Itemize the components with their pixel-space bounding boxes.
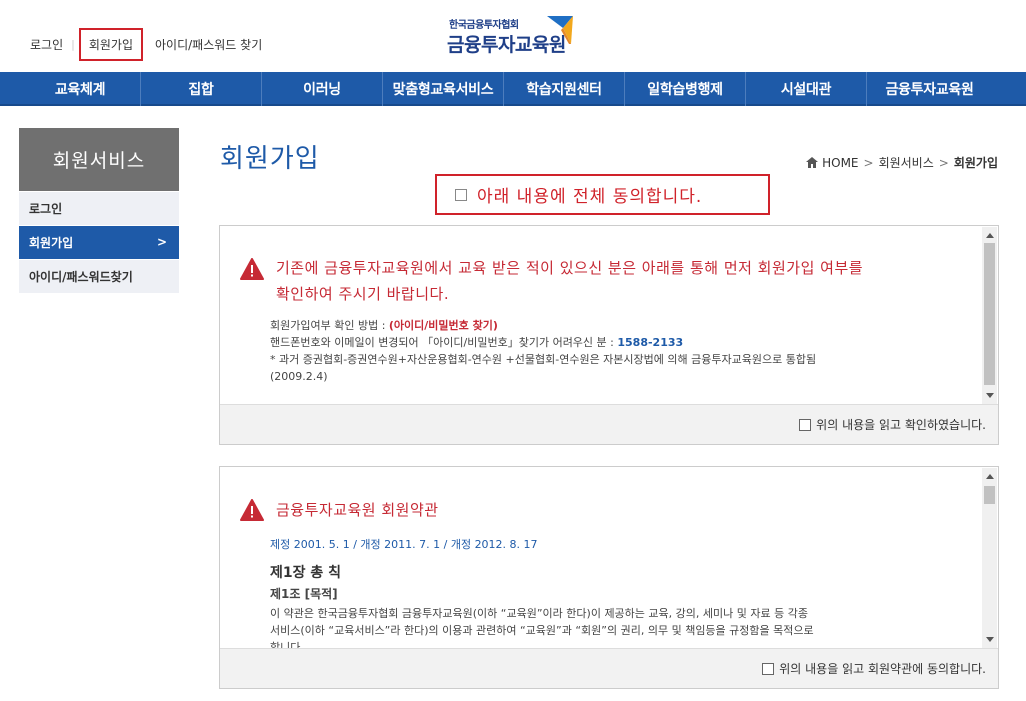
scroll-up-icon[interactable] <box>986 233 994 238</box>
nav-classroom[interactable]: 집합 <box>141 72 262 106</box>
sidebar-item-label: 로그인 <box>29 202 63 216</box>
sidebar-title: 회원서비스 <box>19 128 179 191</box>
sidebar-item-signup[interactable]: 회원가입 > <box>19 225 179 259</box>
terms-confirm-checkbox[interactable] <box>762 662 775 675</box>
notice-confirm-bar: 위의 내용을 읽고 확인하였습니다. <box>220 404 998 444</box>
notice-scroll-area[interactable]: 기존에 금융투자교육원에서 교육 받은 적이 있으신 분은 아래를 통해 먼저 … <box>220 226 998 405</box>
top-links: 로그인 | 회원가입 아이디/패스워드 찾기 <box>30 27 270 61</box>
home-icon <box>806 157 819 168</box>
terms-scrollbar[interactable] <box>982 468 997 648</box>
scroll-down-icon[interactable] <box>986 637 994 642</box>
scroll-down-icon[interactable] <box>986 393 994 398</box>
nav-work-study[interactable]: 일학습병행제 <box>625 72 746 106</box>
notice-line-phone: 핸드폰번호와 이메일이 변경되어 「아이디/비밀번호」찾기가 어려우신 분 : … <box>270 334 970 351</box>
breadcrumb-home[interactable]: HOME <box>822 156 858 170</box>
nav-learning-support[interactable]: 학습지원센터 <box>504 72 625 106</box>
scrollbar-thumb[interactable] <box>984 243 995 385</box>
nav-about[interactable]: 금융투자교육원 <box>867 72 992 106</box>
breadcrumb-separator: > <box>863 155 874 170</box>
phone-label: 핸드폰번호와 이메일이 변경되어 「아이디/비밀번호」찾기가 어려우신 분 : <box>270 336 618 349</box>
breadcrumb-separator: > <box>938 155 949 170</box>
breadcrumb-current: 회원가입 <box>953 156 998 170</box>
notice-heading-line2: 확인하여 주시기 바랍니다. <box>276 285 450 303</box>
sidebar-item-label: 회원가입 <box>29 236 74 250</box>
support-phone-number: 1588-2133 <box>617 336 684 349</box>
login-link[interactable]: 로그인 <box>30 36 71 53</box>
site-logo[interactable]: 한국금융투자협회 금융투자교육원 <box>445 12 585 58</box>
find-id-password-link[interactable]: 아이디/패스워드 찾기 <box>147 36 270 53</box>
scrollbar-thumb[interactable] <box>984 486 995 504</box>
terms-scroll-area[interactable]: 금융투자교육원 회원약관 제정 2001. 5. 1 / 개정 2011. 7.… <box>220 467 998 649</box>
separator: | <box>71 37 75 51</box>
terms-article: 제1조 [목적] <box>270 587 338 601</box>
notice-scrollbar[interactable] <box>982 227 997 404</box>
nav-elearning[interactable]: 이러닝 <box>262 72 383 106</box>
scroll-up-icon[interactable] <box>986 474 994 479</box>
notice-heading-line1: 기존에 금융투자교육원에서 교육 받은 적이 있으신 분은 아래를 통해 먼저 … <box>276 259 864 277</box>
notice-line-date: (2009.2.4) <box>270 370 328 383</box>
notice-line-method: 회원가입여부 확인 방법 : (아이디/비밀번호 찾기) <box>270 317 970 334</box>
find-id-password-inline-link[interactable]: (아이디/비밀번호 찾기) <box>389 319 498 332</box>
sidebar-item-login[interactable]: 로그인 <box>19 191 179 225</box>
terms-paragraph: 이 약관은 한국금융투자협회 금융투자교육원(이하 “교육원”이라 한다)이 제… <box>270 605 970 649</box>
sidebar-item-label: 아이디/패스워드찾기 <box>29 270 133 284</box>
chevron-right-icon: > <box>156 235 167 249</box>
terms-line1: 이 약관은 한국금융투자협회 금융투자교육원(이하 “교육원”이라 한다)이 제… <box>270 607 808 620</box>
warning-icon <box>240 499 264 521</box>
terms-confirm-label: 위의 내용을 읽고 회원약관에 동의합니다. <box>779 662 986 676</box>
breadcrumb-member-service[interactable]: 회원서비스 <box>879 154 934 171</box>
nav-facility-rental[interactable]: 시설대관 <box>746 72 867 106</box>
terms-confirm-bar: 위의 내용을 읽고 회원약관에 동의합니다. <box>220 648 998 688</box>
terms-revision: 제정 2001. 5. 1 / 개정 2011. 7. 1 / 개정 2012.… <box>270 538 538 551</box>
nav-education-system[interactable]: 교육체계 <box>20 72 141 106</box>
agree-all-label: 아래 내용에 전체 동의합니다. <box>477 187 703 207</box>
existing-member-notice-panel: 기존에 금융투자교육원에서 교육 받은 적이 있으신 분은 아래를 통해 먼저 … <box>219 225 999 445</box>
breadcrumb: HOME > 회원서비스 > 회원가입 <box>806 154 998 171</box>
notice-body: 회원가입여부 확인 방법 : (아이디/비밀번호 찾기) 핸드폰번호와 이메일이… <box>270 317 970 385</box>
terms-heading: 금융투자교육원 회원약관 <box>276 501 439 519</box>
notice-line-merger: * 과거 증권협회-증권연수원+자산운용협회-연수원 +선물협회-연수원은 자본… <box>270 353 817 366</box>
notice-confirm-checkbox[interactable] <box>799 418 812 431</box>
terms-line2: 서비스(이하 “교육서비스”라 한다)의 이용과 관련하여 “교육원”과 “회원… <box>270 624 814 637</box>
notice-confirm-label: 위의 내용을 읽고 확인하였습니다. <box>816 418 986 432</box>
page-title: 회원가입 <box>220 144 320 174</box>
logo-subtitle: 한국금융투자협회 <box>449 20 519 31</box>
terms-panel: 금융투자교육원 회원약관 제정 2001. 5. 1 / 개정 2011. 7.… <box>219 466 999 689</box>
method-label: 회원가입여부 확인 방법 : <box>270 319 389 332</box>
sidebar-item-find-account[interactable]: 아이디/패스워드찾기 <box>19 259 179 293</box>
sidebar: 회원서비스 로그인 회원가입 > 아이디/패스워드찾기 <box>19 128 179 293</box>
nav-custom-service[interactable]: 맞춤형교육서비스 <box>383 72 504 106</box>
logo-mark-icon <box>547 16 573 44</box>
agree-all-checkbox[interactable] <box>455 188 467 201</box>
agree-all-box[interactable]: 아래 내용에 전체 동의합니다. <box>435 174 770 215</box>
notice-heading: 기존에 금융투자교육원에서 교육 받은 적이 있으신 분은 아래를 통해 먼저 … <box>276 255 976 307</box>
main-nav: 교육체계 집합 이러닝 맞춤형교육서비스 학습지원센터 일학습병행제 시설대관 … <box>0 72 1026 106</box>
signup-link[interactable]: 회원가입 <box>78 27 144 61</box>
warning-icon <box>240 258 264 280</box>
terms-chapter: 제1장 총 칙 <box>270 565 342 581</box>
